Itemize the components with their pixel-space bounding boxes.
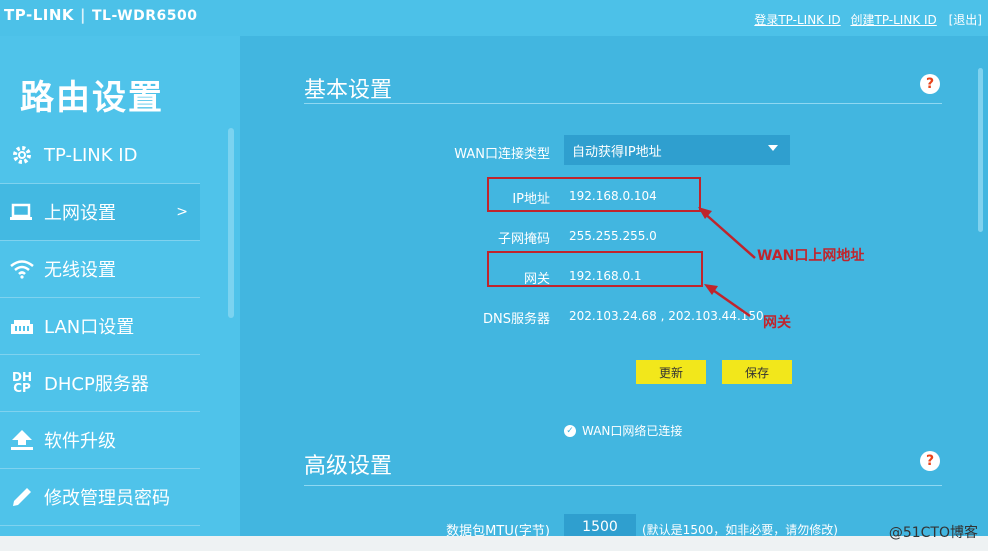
footer-strip bbox=[0, 536, 988, 551]
arrow-to-gateway bbox=[709, 286, 751, 318]
arrow-to-ip bbox=[702, 211, 756, 259]
annotation-gateway: 网关 bbox=[763, 315, 791, 331]
watermark: @51CTO博客 bbox=[888, 525, 978, 541]
annotation-arrows bbox=[698, 207, 756, 318]
annotation-wan-ip: WAN口上网地址 bbox=[757, 248, 865, 264]
